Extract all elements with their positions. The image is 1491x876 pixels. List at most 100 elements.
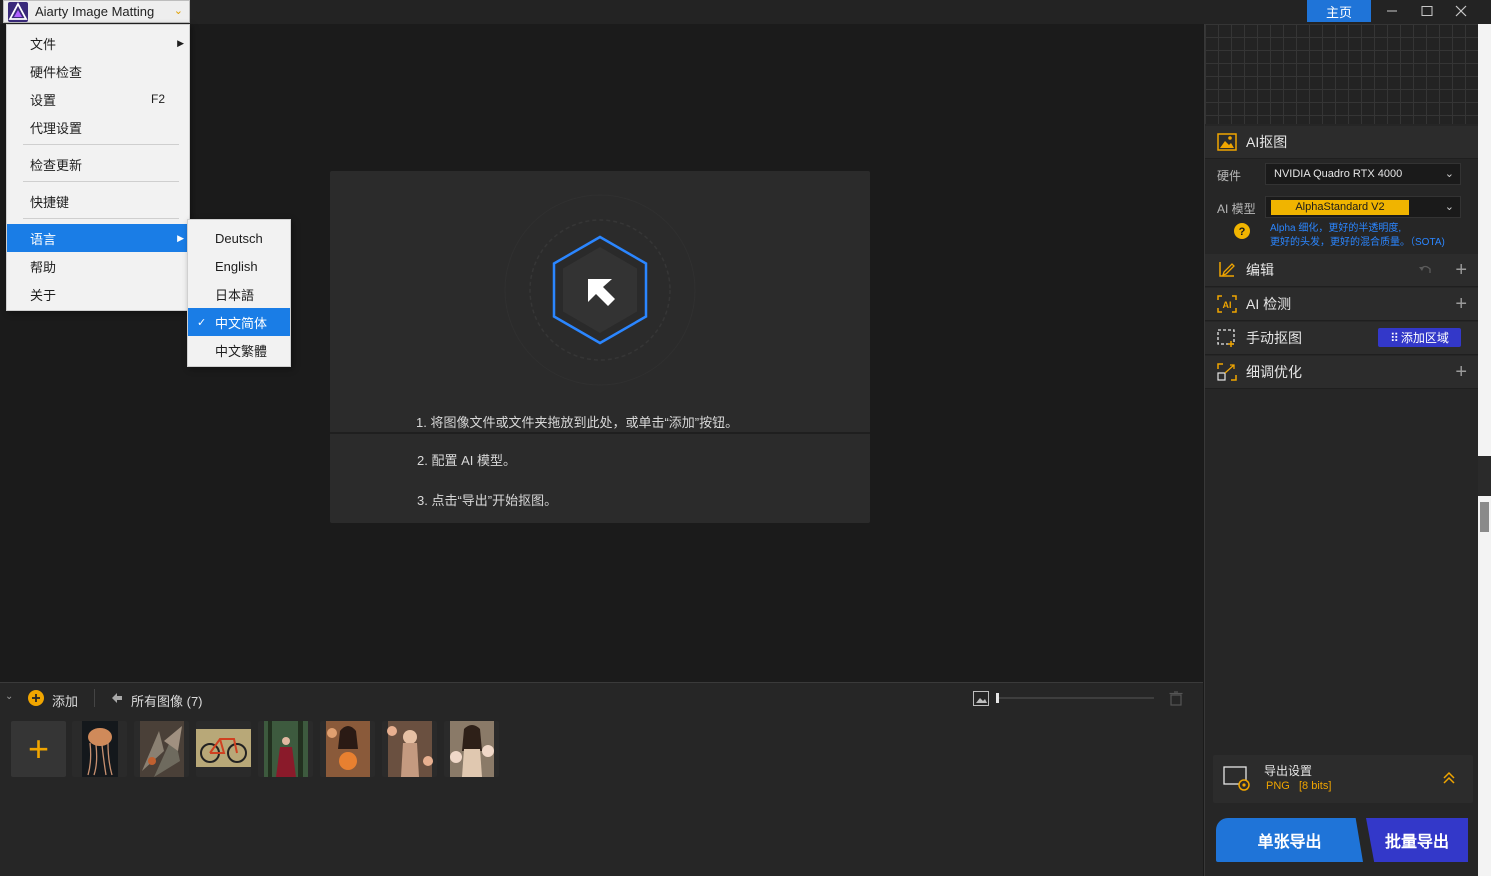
background-window-edge: [1478, 24, 1491, 876]
edit-header[interactable]: 编辑 +: [1205, 254, 1479, 287]
slider-handle[interactable]: [996, 693, 999, 703]
manual-select-icon: [1217, 329, 1235, 347]
export-settings-title: 导出设置: [1264, 764, 1313, 778]
strip-toolbar: ⌄ 添加 所有图像 (7): [0, 683, 1203, 715]
refine-icon: [1217, 363, 1237, 381]
thumbnail-woman-roses[interactable]: [382, 721, 437, 777]
menu-item-label: 帮助: [30, 259, 57, 275]
menu-separator: [23, 181, 179, 182]
submenu-arrow-icon: ▶: [177, 232, 184, 243]
export-format: PNG: [1266, 780, 1290, 792]
refine-header[interactable]: 细调优化 +: [1205, 356, 1479, 389]
menu-item-shortcuts[interactable]: 快捷键: [7, 187, 189, 215]
menu-item-hardware-check[interactable]: 硬件检查: [7, 57, 189, 85]
svg-text:?: ?: [1239, 226, 1246, 238]
language-label: Deutsch: [215, 230, 263, 246]
ai-matting-header[interactable]: AI抠图: [1205, 126, 1479, 159]
thumbnail-woman-bouquet[interactable]: [444, 721, 499, 777]
menu-item-settings[interactable]: 设置 F2: [7, 85, 189, 113]
menu-item-about[interactable]: 关于: [7, 280, 189, 308]
drop-zone[interactable]: [330, 171, 870, 523]
ai-matting-icon: [1217, 133, 1237, 151]
model-desc-line1: Alpha 细化，更好的半透明度,: [1270, 223, 1402, 234]
menu-item-label: 关于: [30, 287, 57, 303]
maximize-icon[interactable]: [1410, 0, 1444, 22]
undo-icon[interactable]: [1417, 263, 1433, 277]
ai-detect-icon: AI: [1217, 295, 1237, 313]
refine-plus-icon[interactable]: +: [1455, 361, 1467, 384]
language-submenu: Deutsch English 日本語 ✓ 中文简体 中文繁體: [187, 219, 291, 367]
language-item-chinese-traditional[interactable]: 中文繁體: [188, 336, 290, 364]
language-item-japanese[interactable]: 日本語: [188, 280, 290, 308]
all-images-label: 所有图像 (7): [131, 694, 203, 709]
single-export-button[interactable]: 单张导出: [1216, 818, 1363, 862]
thumbnail-jellyfish[interactable]: [72, 721, 127, 777]
submenu-arrow-icon: ▶: [177, 37, 184, 48]
language-item-chinese-simplified[interactable]: ✓ 中文简体: [188, 308, 290, 336]
hardware-select[interactable]: NVIDIA Quadro RTX 4000 ⌄: [1265, 163, 1461, 185]
menu-item-label: 快捷键: [30, 194, 70, 210]
menu-shortcut: F2: [150, 92, 165, 106]
ai-model-select[interactable]: AlphaStandard V2 ⌄: [1265, 196, 1461, 218]
add-button[interactable]: 添加: [52, 691, 78, 710]
ai-detect-header[interactable]: AI AI 检测 +: [1205, 288, 1479, 321]
app-logo-icon: [8, 1, 28, 22]
menu-item-proxy[interactable]: 代理设置: [7, 113, 189, 141]
add-region-button[interactable]: ⠿ 添加区域: [1378, 328, 1461, 347]
manual-matting-header[interactable]: 手动抠图 ⠿ 添加区域: [1205, 322, 1479, 355]
menu-item-file[interactable]: 文件 ▶: [7, 29, 189, 57]
close-icon[interactable]: [1444, 0, 1478, 22]
ai-matting-title: AI抠图: [1246, 134, 1288, 150]
crosshair-icon: ⠿: [1390, 330, 1399, 345]
menu-item-label: 语言: [30, 231, 57, 247]
add-circle-icon[interactable]: [28, 690, 44, 706]
ai-detect-plus-icon[interactable]: +: [1455, 293, 1467, 316]
language-item-english[interactable]: English: [188, 252, 290, 280]
menu-item-help[interactable]: 帮助: [7, 252, 189, 280]
hint-step-3: 3. 点击“导出”开始抠图。: [417, 493, 558, 508]
thumb-size-slider[interactable]: [996, 697, 1154, 699]
hardware-value: NVIDIA Quadro RTX 4000: [1274, 168, 1403, 180]
thumbnail-bicycle[interactable]: [196, 721, 251, 777]
edit-icon: [1219, 262, 1235, 277]
thumbnail-woman-flowers[interactable]: [320, 721, 375, 777]
help-icon[interactable]: ?: [1234, 223, 1250, 239]
thumbnail-leaves[interactable]: [134, 721, 189, 777]
chevron-double-up-icon[interactable]: [1442, 771, 1456, 785]
menu-item-label: 文件: [30, 36, 57, 52]
app-menu-button[interactable]: Aiarty Image Matting ⌄: [3, 0, 190, 23]
ai-model-value: AlphaStandard V2: [1271, 200, 1409, 215]
language-label: 日本語: [215, 287, 255, 303]
export-settings-panel[interactable]: 导出设置 PNG [8 bits]: [1213, 755, 1473, 803]
menu-item-label: 硬件检查: [30, 64, 83, 80]
hint-step-1: 1. 将图像文件或文件夹拖放到此处，或单击“添加”按钮。: [416, 415, 739, 430]
language-label: English: [215, 258, 258, 274]
menu-separator: [23, 218, 179, 219]
hardware-label: 硬件: [1217, 169, 1242, 183]
minimize-icon[interactable]: [1375, 0, 1409, 22]
trash-icon[interactable]: [1169, 691, 1183, 706]
language-label: 中文简体: [215, 315, 268, 331]
right-panel: AI抠图 硬件 NVIDIA Quadro RTX 4000 ⌄ AI 模型 A…: [1204, 24, 1479, 876]
edit-plus-icon[interactable]: +: [1455, 259, 1467, 282]
back-arrow-icon[interactable]: [111, 692, 123, 704]
ai-model-label: AI 模型: [1217, 202, 1256, 216]
svg-text:AI: AI: [1223, 300, 1232, 310]
menu-item-label: 代理设置: [30, 120, 83, 136]
toolbar-divider: [94, 689, 95, 707]
manual-matting-title: 手动抠图: [1246, 330, 1302, 346]
menu-item-language[interactable]: 语言 ▶: [7, 224, 189, 252]
language-item-deutsch[interactable]: Deutsch: [188, 224, 290, 252]
preview-grid: [1205, 24, 1479, 124]
menu-item-check-update[interactable]: 检查更新: [7, 150, 189, 178]
scrollbar-thumb[interactable]: [1480, 502, 1489, 532]
thumbnail-forest-woman[interactable]: [258, 721, 313, 777]
chevron-down-icon: ⌄: [1444, 201, 1454, 213]
add-image-tile[interactable]: +: [11, 721, 66, 777]
home-button[interactable]: 主页: [1307, 0, 1371, 22]
menu-item-label: 检查更新: [30, 157, 83, 173]
ai-detect-title: AI 检测: [1246, 296, 1292, 312]
scrollbar-segment: [1478, 456, 1491, 496]
collapse-icon[interactable]: ⌄: [5, 691, 13, 702]
batch-export-button[interactable]: 批量导出: [1366, 818, 1468, 862]
